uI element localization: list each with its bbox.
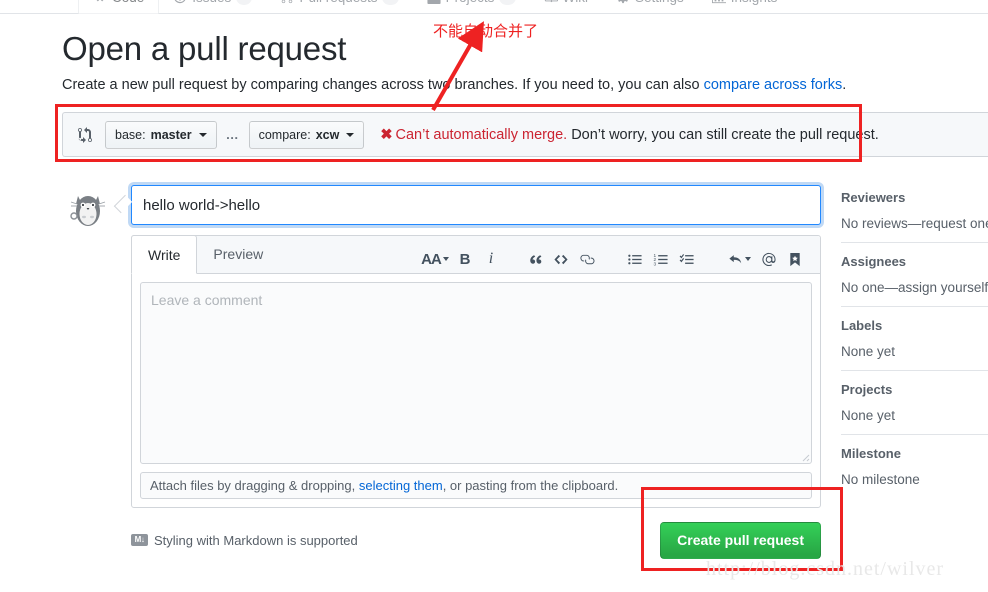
- graph-icon: [711, 0, 726, 4]
- tab-preview[interactable]: Preview: [197, 235, 279, 273]
- tab-projects[interactable]: Projects 0: [413, 0, 530, 14]
- sidebar-reviewers-title: Reviewers: [841, 190, 906, 205]
- tab-insights[interactable]: Insights: [698, 0, 792, 14]
- tab-pull-requests-count: 0: [382, 0, 399, 5]
- sidebar-section-reviewers[interactable]: Reviewers No reviews—request one: [841, 190, 988, 243]
- issue-opened-icon: [174, 0, 186, 4]
- comment-textarea[interactable]: Leave a comment: [140, 282, 812, 464]
- comment-speech-arrow: [113, 194, 133, 214]
- code-icon: [96, 0, 104, 2]
- saved-replies-icon[interactable]: [782, 245, 808, 273]
- sidebar-projects-title: Projects: [841, 382, 893, 397]
- sidebar-labels-value[interactable]: None yet: [841, 344, 988, 359]
- sidebar-labels-title: Labels: [841, 318, 883, 333]
- heading-icon[interactable]: AA: [418, 245, 452, 273]
- tab-pull-requests-label: Pull requests: [299, 0, 377, 5]
- composer-footer: M↓ Styling with Markdown is supported Cr…: [131, 520, 821, 560]
- annotation-note-text: 不能自动合并了: [433, 22, 539, 40]
- bold-icon[interactable]: B: [452, 245, 478, 273]
- page-subtitle-text: Create a new pull request by comparing c…: [62, 76, 704, 93]
- compare-branch-prefix: compare:: [258, 127, 311, 142]
- avatar: [64, 184, 112, 232]
- merge-status-text: Can’t automatically merge.: [395, 126, 568, 143]
- base-branch-prefix: base:: [115, 127, 146, 142]
- ordered-list-icon[interactable]: 123: [648, 245, 674, 273]
- base-branch-name: master: [150, 127, 192, 142]
- tab-issues-label: Issues: [192, 0, 231, 5]
- pull-request-sidebar: Reviewers No reviews—request one Assigne…: [841, 190, 988, 509]
- tab-code-label: Code: [112, 0, 144, 5]
- compare-separator: …: [225, 127, 240, 142]
- tab-pull-requests[interactable]: Pull requests 0: [266, 0, 412, 14]
- mention-icon[interactable]: [756, 245, 782, 273]
- page-subtitle-suffix: .: [842, 76, 847, 93]
- tab-projects-label: Projects: [446, 0, 495, 5]
- sidebar-milestone-value[interactable]: No milestone: [841, 472, 988, 487]
- code-icon[interactable]: [548, 245, 574, 273]
- repo-nav-tabs: Code Issues 0 Pull requests 0 Projects 0…: [0, 0, 988, 14]
- sidebar-assignees-value[interactable]: No one—assign yourself: [841, 280, 988, 295]
- page-subtitle: Create a new pull request by comparing c…: [62, 77, 862, 93]
- sidebar-section-labels[interactable]: Labels None yet: [841, 318, 988, 371]
- link-icon[interactable]: [574, 245, 600, 273]
- tab-issues[interactable]: Issues 0: [159, 0, 266, 14]
- sidebar-projects-value[interactable]: None yet: [841, 408, 988, 423]
- create-pull-request-button[interactable]: Create pull request: [660, 521, 821, 559]
- merge-status-message: ✖ Can’t automatically merge. Don’t worry,…: [380, 127, 878, 143]
- book-icon: [544, 0, 558, 3]
- pull-request-title-input[interactable]: [131, 185, 821, 225]
- sidebar-section-milestone[interactable]: Milestone No milestone: [841, 446, 988, 498]
- markdown-support-note: M↓ Styling with Markdown is supported: [131, 533, 358, 548]
- sidebar-section-projects[interactable]: Projects None yet: [841, 382, 988, 435]
- task-list-icon[interactable]: [674, 245, 700, 273]
- totoro-avatar: [64, 184, 112, 232]
- tab-wiki[interactable]: Wiki: [530, 0, 603, 14]
- markdown-note-label: Styling with Markdown is supported: [154, 532, 358, 548]
- git-pull-request-icon: [282, 0, 293, 4]
- editor-tabs: Write Preview: [131, 235, 279, 274]
- pull-request-composer: Write Preview AA B i: [131, 185, 821, 508]
- sidebar-milestone-title: Milestone: [841, 446, 901, 461]
- tab-settings-label: Settings: [635, 0, 684, 5]
- tab-projects-count: 0: [499, 0, 516, 5]
- markdown-icon: M↓: [131, 534, 148, 546]
- markdown-toolbar: AA B i 123: [418, 245, 812, 273]
- attach-text-before: Attach files by dragging & dropping,: [150, 478, 359, 493]
- tab-issues-count: 0: [236, 0, 253, 5]
- compare-branch-selector[interactable]: compare: xcw: [248, 120, 365, 149]
- comment-editor: Write Preview AA B i 1 2 3 Leave a comme…: [131, 235, 821, 508]
- attach-text-after: , or pasting from the clipboard.: [442, 478, 619, 493]
- comment-placeholder: Leave a comment: [151, 292, 263, 308]
- selecting-them-link[interactable]: selecting them: [359, 478, 443, 493]
- reply-icon[interactable]: [722, 245, 756, 273]
- compare-across-forks-link[interactable]: compare across forks: [704, 77, 843, 93]
- watermark: http://blog.csdn.net/wilver: [706, 558, 945, 580]
- git-compare-icon: [78, 126, 92, 143]
- resize-handle[interactable]: [798, 450, 810, 462]
- branch-compare-bar: base: master … compare: xcw ✖ Can’t autom…: [62, 112, 988, 157]
- tab-code[interactable]: Code: [78, 0, 160, 14]
- compare-branch-name: xcw: [315, 127, 340, 142]
- tab-write[interactable]: Write: [131, 235, 198, 274]
- merge-status-hint: Don’t worry, you can still create the pu…: [567, 126, 879, 143]
- unordered-list-icon[interactable]: [622, 245, 648, 273]
- base-branch-selector[interactable]: base: master: [105, 120, 217, 149]
- sidebar-section-assignees[interactable]: Assignees No one—assign yourself: [841, 254, 988, 307]
- editor-tabnav: Write Preview AA B i 1 2 3: [131, 235, 820, 274]
- quote-icon[interactable]: [522, 245, 548, 273]
- chevron-down-icon: [346, 132, 355, 137]
- attach-files-bar[interactable]: Attach files by dragging & dropping, sel…: [140, 472, 812, 499]
- chevron-down-icon: [198, 132, 207, 137]
- tab-insights-label: Insights: [731, 0, 778, 5]
- tab-settings[interactable]: Settings: [602, 0, 698, 14]
- sidebar-reviewers-value[interactable]: No reviews—request one: [841, 216, 988, 231]
- gear-icon: [618, 0, 628, 4]
- tab-wiki-label: Wiki: [563, 0, 589, 5]
- project-icon: [427, 0, 441, 4]
- svg-text:3: 3: [654, 261, 657, 266]
- repo-nav-bar: Code Issues 0 Pull requests 0 Projects 0…: [0, 0, 988, 14]
- x-icon: ✖: [380, 126, 393, 143]
- italic-icon[interactable]: i: [478, 245, 504, 273]
- sidebar-assignees-title: Assignees: [841, 254, 907, 269]
